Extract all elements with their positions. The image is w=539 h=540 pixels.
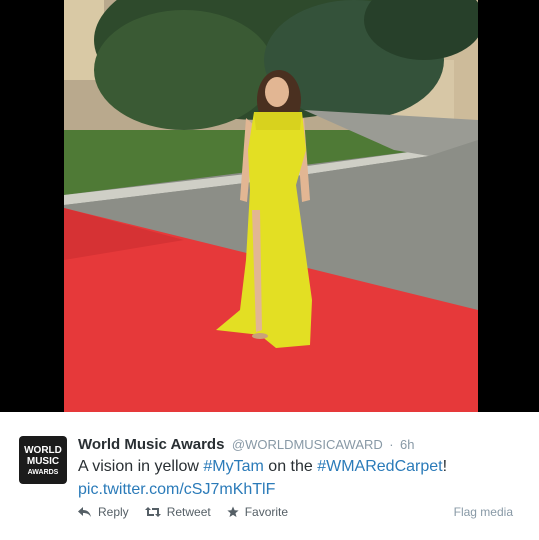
tweet-text-part: ! [442,458,448,475]
reply-label: Reply [98,505,129,519]
tweet-text: A vision in yellow #MyTam on the #WMARed… [78,457,447,477]
svg-text:AWARDS: AWARDS [28,469,59,476]
red-carpet-photo [64,0,478,412]
star-icon [227,506,239,517]
media-link[interactable]: pic.twitter.com/cSJ7mKhTlF [78,480,275,500]
retweet-icon [144,507,161,517]
svg-text:MUSIC: MUSIC [27,456,59,467]
flag-media-link[interactable]: Flag media [454,505,513,519]
author-handle[interactable]: @WORLDMUSICAWARD [232,437,383,452]
separator-dot: · [389,437,394,452]
reply-button[interactable]: Reply [78,505,129,519]
tweet-actions: Reply Retweet Favorite [78,505,304,519]
author-name[interactable]: World Music Awards [78,436,224,453]
tweet-text-part: on the [263,458,318,475]
world-music-awards-logo: WORLD MUSIC AWARDS [24,445,62,476]
tweet-header: World Music Awards @WORLDMUSICAWARD · 6h [78,436,415,454]
tweet-timestamp[interactable]: 6h [400,437,414,452]
svg-text:WORLD: WORLD [24,445,62,456]
hashtag-mytam[interactable]: #MyTam [203,458,263,475]
retweet-button[interactable]: Retweet [144,505,211,519]
tweet: WORLD MUSIC AWARDS World Music Awards @W… [0,412,539,540]
avatar[interactable]: WORLD MUSIC AWARDS [19,436,67,484]
tweet-media[interactable] [0,0,539,412]
favorite-label: Favorite [244,505,289,519]
favorite-button[interactable]: Favorite [227,505,288,519]
retweet-label: Retweet [166,505,211,519]
tweet-text-part: A vision in yellow [78,458,204,475]
hashtag-wmaredcarpet[interactable]: #WMARedCarpet [317,458,442,475]
reply-icon [78,507,91,517]
media-photo[interactable] [64,0,478,412]
